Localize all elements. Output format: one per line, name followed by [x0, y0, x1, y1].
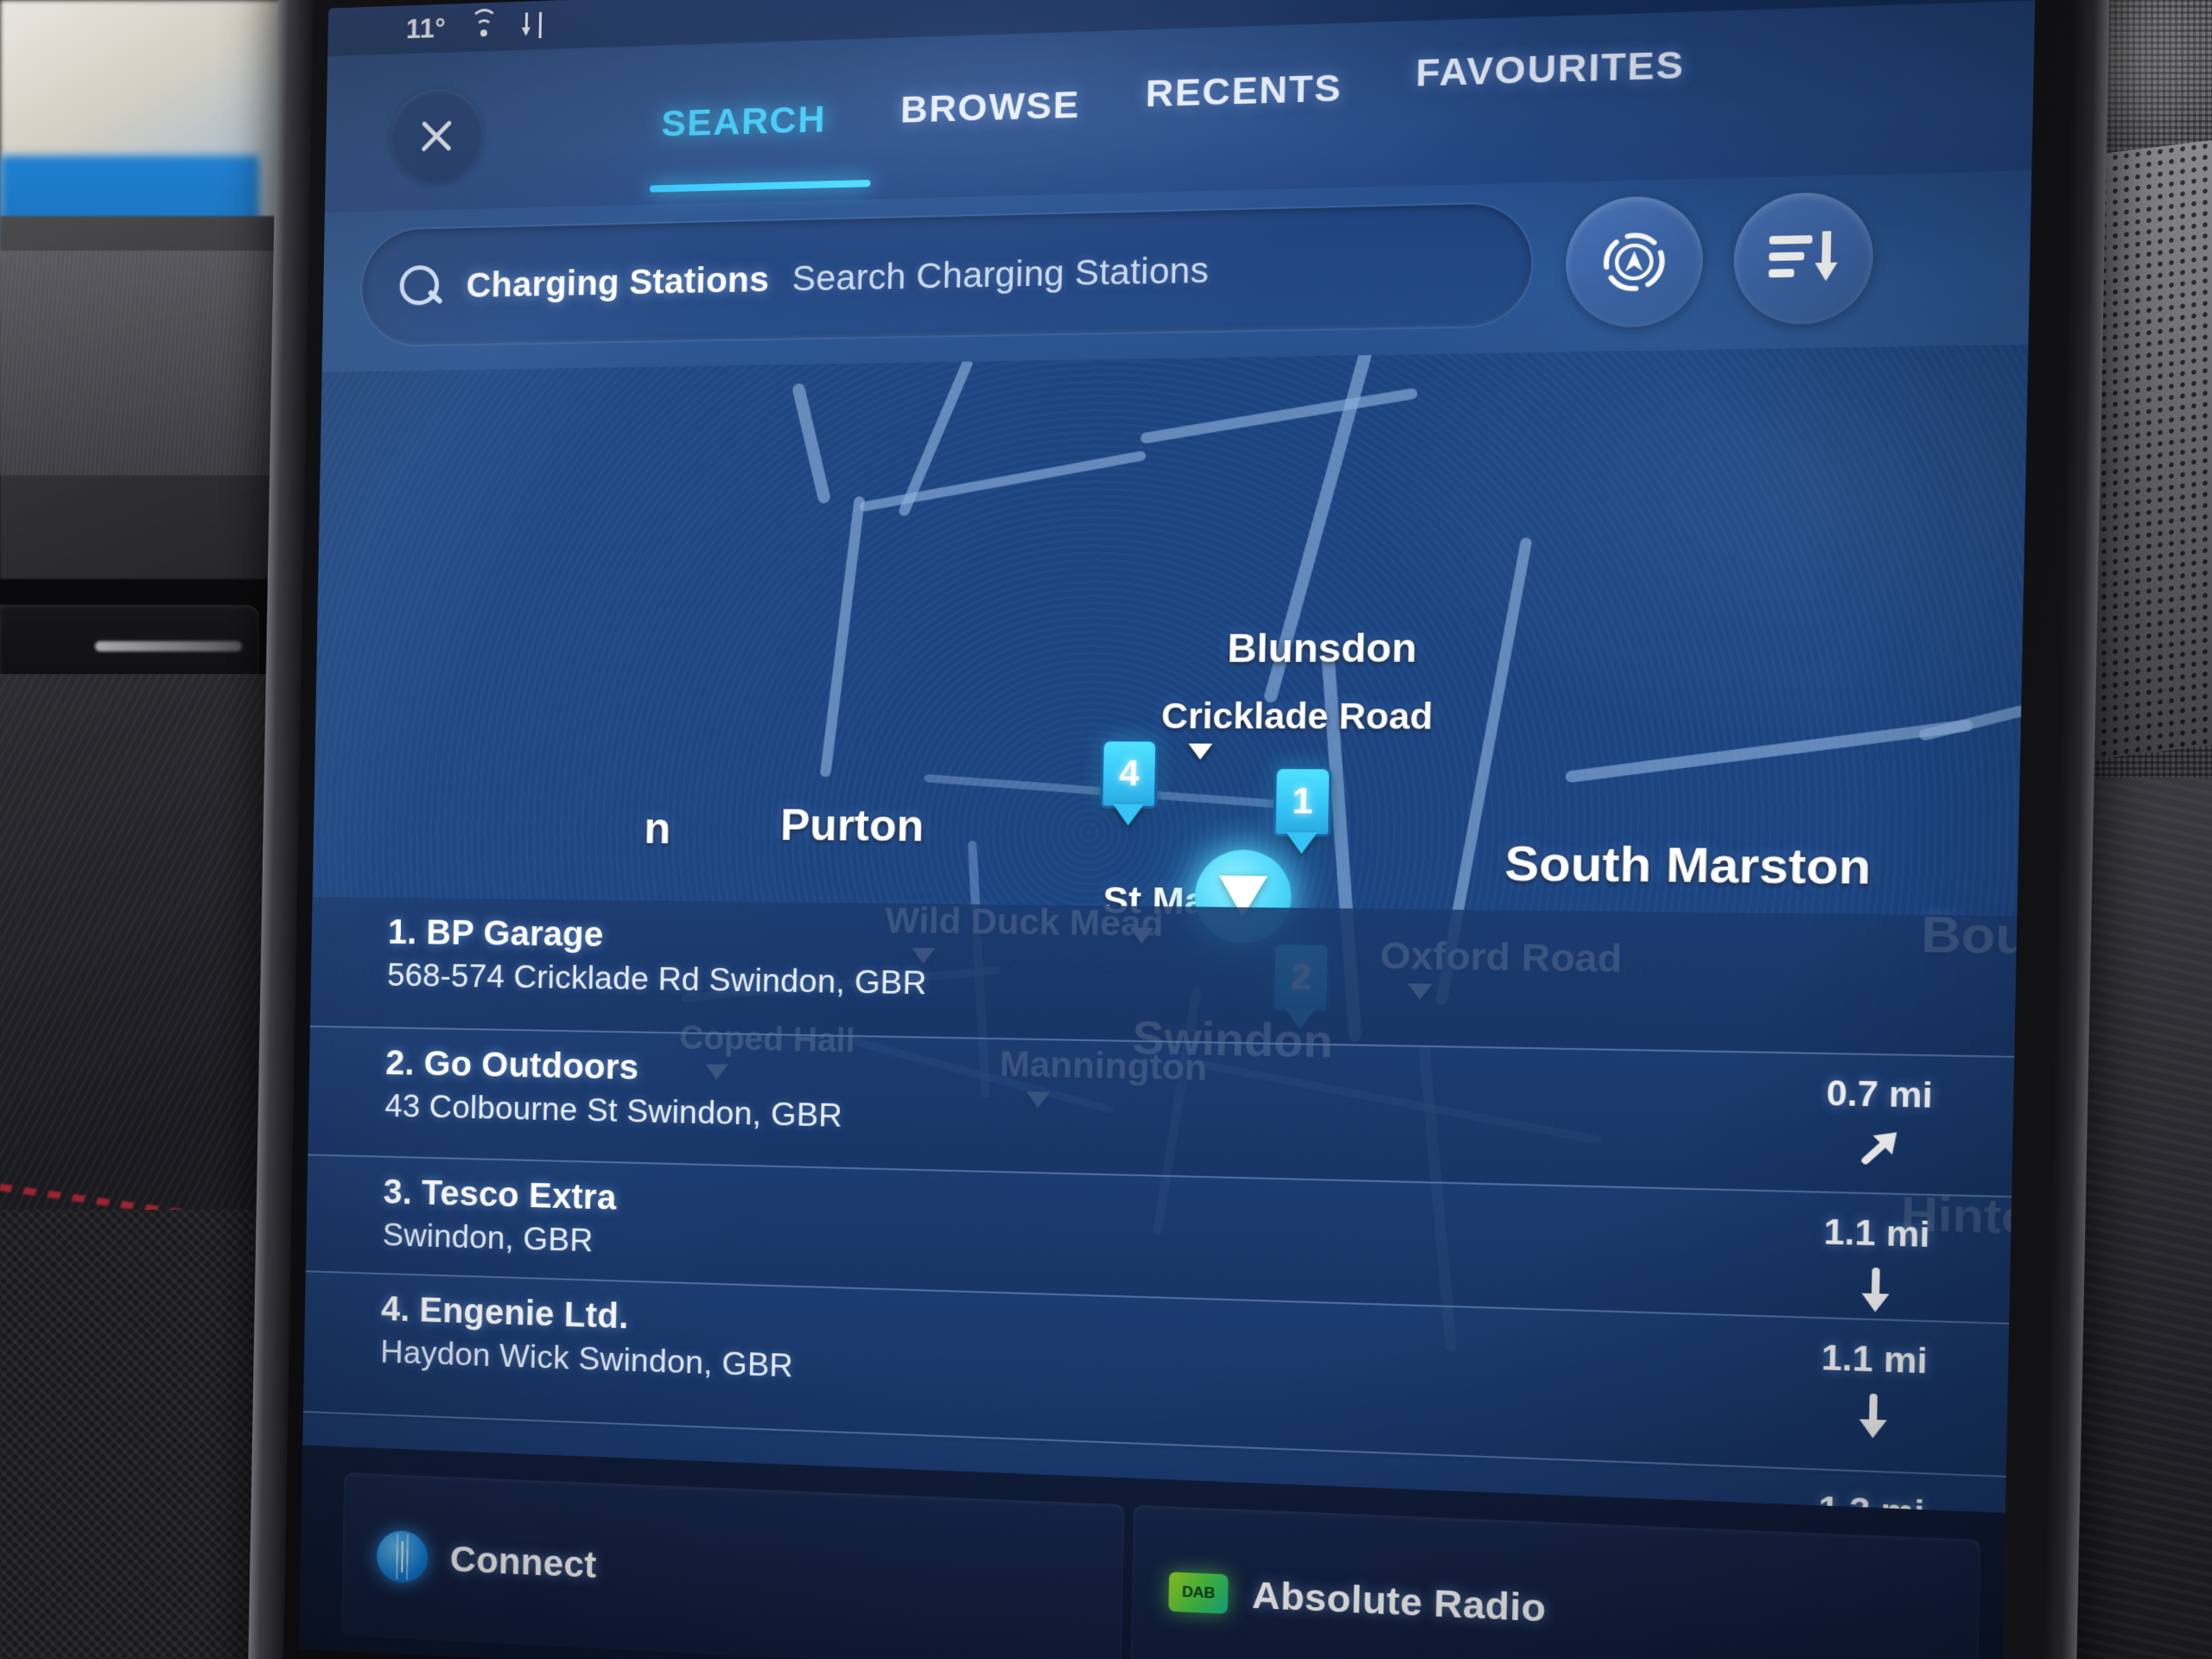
- result-address: 43 Colbourne St Swindon, GBR: [385, 1088, 842, 1135]
- bluetooth-icon: [376, 1529, 428, 1583]
- result-title: 2. Go Outdoors: [385, 1044, 843, 1092]
- map-poi-pin[interactable]: 1: [1273, 766, 1332, 837]
- search-input[interactable]: Charging Stations Search Charging Statio…: [361, 203, 1533, 346]
- close-button[interactable]: [390, 87, 484, 183]
- close-icon: [416, 115, 456, 156]
- tab-recents[interactable]: RECENTS: [1145, 67, 1342, 116]
- search-category-chip[interactable]: Charging Stations: [466, 260, 769, 306]
- result-text: 2. Go Outdoors 43 Colbourne St Swindon, G…: [385, 1044, 843, 1135]
- search-placeholder: Search Charging Stations: [791, 251, 1209, 299]
- result-title: 1. BP Garage: [388, 913, 928, 960]
- result-distance-group: 1.1 mi: [1782, 1209, 1971, 1317]
- map-label-pointer-icon: [1188, 744, 1212, 760]
- dashboard-texture: [0, 251, 285, 475]
- map-label: n: [644, 803, 671, 854]
- result-distance: 0.7 mi: [1826, 1075, 1933, 1117]
- direction-arrow-icon: [1847, 1262, 1904, 1315]
- map-label: South Marston: [1504, 836, 1872, 896]
- search-icon: [397, 264, 444, 311]
- map-label: Blunsdon: [1227, 626, 1417, 672]
- radio-tile[interactable]: DAB Absolute Radio: [1130, 1505, 1980, 1659]
- sort-button[interactable]: [1732, 191, 1874, 325]
- result-distance: 1.1 mi: [1823, 1213, 1930, 1255]
- search-results-list: 1. BP Garage 568-574 Cricklade Rd Swindon…: [302, 897, 2017, 1513]
- photo-scene: 11° SEARCH BROWSE RECENTS FAVOURITES Cha…: [0, 0, 2212, 1659]
- map-label: Purton: [780, 799, 925, 851]
- result-distance-group: 1.1 mi: [1779, 1334, 1968, 1443]
- tab-favourites[interactable]: FAVOURITES: [1415, 43, 1685, 95]
- result-address: Swindon, GBR: [382, 1217, 616, 1260]
- tab-search[interactable]: SEARCH: [661, 99, 827, 145]
- map-label: Cricklade Road: [1161, 697, 1433, 738]
- result-address: Haydon Wick Swindon, GBR: [380, 1334, 793, 1385]
- phone-connect-label: Connect: [449, 1538, 597, 1586]
- download-icon: [521, 12, 544, 39]
- result-address: 568-574 Cricklade Rd Swindon, GBR: [387, 957, 927, 1002]
- result-distance: 1.1 mi: [1821, 1339, 1928, 1382]
- wifi-icon: [468, 16, 499, 39]
- result-title: 3. Tesco Extra: [383, 1173, 617, 1218]
- result-text: 3. Tesco Extra Swindon, GBR: [382, 1173, 616, 1261]
- radio-icon: DAB: [1168, 1572, 1228, 1614]
- infotainment-display-unit: 11° SEARCH BROWSE RECENTS FAVOURITES Cha…: [247, 0, 2111, 1659]
- tab-browse[interactable]: BROWSE: [900, 84, 1081, 131]
- result-title: 4. Engenie Ltd.: [381, 1290, 795, 1343]
- radio-station-label: Absolute Radio: [1252, 1573, 1547, 1630]
- result-text: 4. Engenie Ltd. Haydon Wick Swindon, GBR: [380, 1290, 794, 1385]
- locate-button[interactable]: [1565, 195, 1704, 328]
- sort-descending-icon: [1764, 226, 1842, 292]
- locate-icon: [1598, 227, 1670, 296]
- active-tab-underline: [650, 180, 871, 193]
- phone-connect-tile[interactable]: Connect: [341, 1472, 1124, 1659]
- direction-arrow-icon: [1845, 1387, 1901, 1440]
- result-text: 1. BP Garage 568-574 Cricklade Rd Swindon…: [387, 913, 928, 1002]
- map-poi-pin[interactable]: 4: [1100, 739, 1158, 809]
- outside-temperature: 11°: [406, 13, 447, 46]
- result-distance-group: 0.7 mi: [1784, 1071, 1974, 1178]
- result-distance-group: [1789, 930, 1977, 936]
- direction-arrow-icon: [1840, 1112, 1917, 1185]
- navigation-screen: 11° SEARCH BROWSE RECENTS FAVOURITES Cha…: [299, 0, 2037, 1659]
